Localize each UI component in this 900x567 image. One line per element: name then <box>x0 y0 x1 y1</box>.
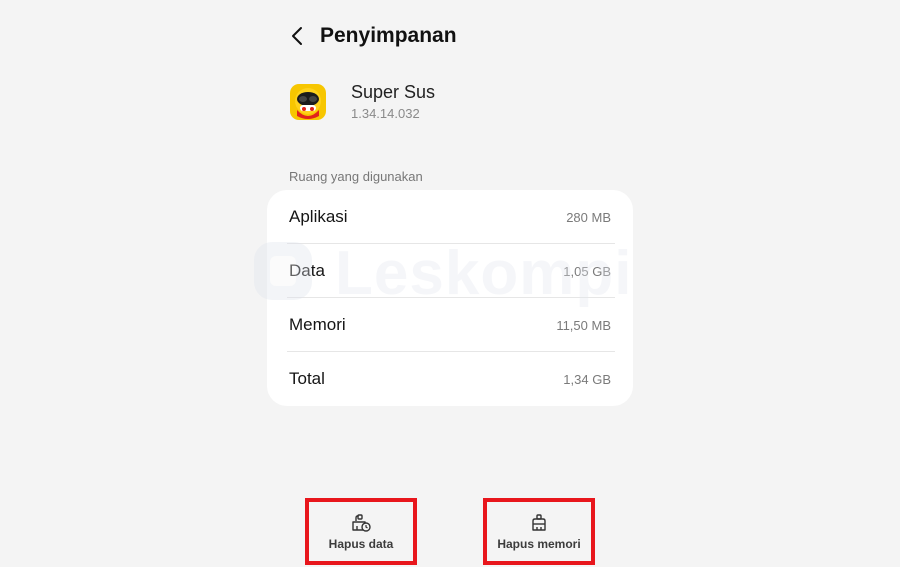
back-button[interactable] <box>284 18 310 54</box>
clear-cache-icon <box>532 514 546 531</box>
app-version: 1.34.14.032 <box>351 106 420 121</box>
storage-card: Aplikasi 280 MB Data 1,05 GB Memori 11,5… <box>267 190 633 406</box>
storage-row-label: Data <box>289 261 325 280</box>
storage-row-label: Aplikasi <box>289 207 348 226</box>
storage-row-value: 280 MB <box>566 209 611 225</box>
app-name: Super Sus <box>351 82 436 102</box>
chevron-left-icon <box>292 27 302 45</box>
clear-data-button[interactable]: Hapus data <box>305 498 417 565</box>
storage-row-value: 1,34 GB <box>563 371 611 387</box>
storage-row-data: Data 1,05 GB <box>289 244 611 298</box>
page-title: Penyimpanan <box>320 24 457 47</box>
clear-cache-label: Hapus memori <box>497 537 581 551</box>
storage-row-app: Aplikasi 280 MB <box>289 190 611 244</box>
header: Penyimpanan <box>284 18 457 54</box>
super-sus-app-icon <box>290 84 326 120</box>
storage-row-label: Total <box>289 369 325 388</box>
section-label: Ruang yang digunakan <box>289 169 423 184</box>
storage-row-cache: Memori 11,50 MB <box>289 298 611 352</box>
clear-data-label: Hapus data <box>328 537 394 551</box>
clear-cache-button[interactable]: Hapus memori <box>483 498 595 565</box>
storage-row-value: 1,05 GB <box>563 263 611 279</box>
clear-data-icon <box>352 514 371 532</box>
app-info: Super Sus 1.34.14.032 <box>290 80 435 123</box>
storage-row-total: Total 1,34 GB <box>289 352 611 406</box>
storage-row-label: Memori <box>289 315 346 334</box>
storage-row-value: 11,50 MB <box>556 317 611 333</box>
